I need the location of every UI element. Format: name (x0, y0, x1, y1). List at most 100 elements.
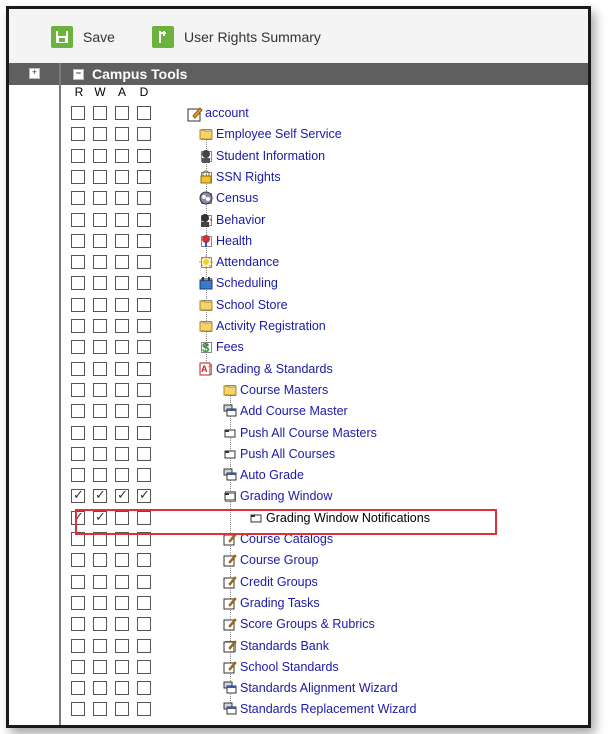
rights-checkbox-a[interactable] (115, 574, 129, 589)
rights-checkbox-a[interactable] (115, 319, 129, 333)
rights-checkbox-d[interactable] (137, 468, 151, 483)
rights-checkbox-r[interactable] (71, 127, 85, 142)
rights-checkbox-d[interactable] (137, 297, 151, 312)
rights-checkbox-r[interactable] (71, 425, 85, 440)
rights-checkbox-w[interactable] (93, 425, 107, 440)
rights-checkbox-r[interactable] (71, 574, 85, 589)
rights-checkbox-a[interactable] (115, 255, 129, 270)
rights-checkbox-d[interactable] (137, 255, 151, 270)
rights-checkbox-r[interactable] (71, 659, 85, 674)
rights-checkbox-d[interactable] (137, 638, 151, 653)
rights-checkbox-d[interactable] (137, 553, 151, 568)
rights-checkbox-w[interactable] (93, 659, 107, 674)
tree-item-label[interactable]: Push All Course Masters (240, 426, 377, 440)
tree-item-label[interactable]: Auto Grade (240, 468, 304, 482)
rights-checkbox-w[interactable] (93, 297, 107, 312)
tree-item-label[interactable]: Student Information (216, 149, 325, 163)
rights-checkbox-a[interactable] (115, 361, 129, 376)
rights-checkbox-r[interactable] (71, 702, 85, 717)
rights-checkbox-r[interactable] (71, 404, 85, 419)
rights-checkbox-w[interactable] (93, 468, 107, 483)
rights-checkbox-w[interactable] (93, 106, 107, 120)
rights-checkbox-a[interactable] (115, 382, 129, 397)
rights-checkbox-a[interactable] (115, 638, 129, 653)
rights-checkbox-r[interactable] (71, 276, 85, 291)
rights-checkbox-a[interactable] (115, 425, 129, 440)
rights-checkbox-d[interactable] (137, 487, 151, 504)
rights-checkbox-d[interactable] (137, 212, 151, 227)
rights-checkbox-d[interactable] (137, 191, 151, 206)
rights-checkbox-r[interactable] (71, 638, 85, 653)
rights-checkbox-w[interactable] (93, 638, 107, 653)
rights-checkbox-w[interactable] (93, 487, 107, 504)
rights-checkbox-r[interactable] (71, 319, 85, 333)
rights-checkbox-r[interactable] (71, 148, 85, 163)
rights-checkbox-d[interactable] (137, 148, 151, 163)
rights-checkbox-d[interactable] (137, 127, 151, 142)
rights-checkbox-w[interactable] (93, 553, 107, 568)
section-header[interactable]: − Campus Tools (61, 63, 588, 85)
tree-item-label[interactable]: Grading Window (240, 489, 332, 503)
tree-item-label[interactable]: Activity Registration (216, 319, 326, 333)
rights-checkbox-a[interactable] (115, 553, 129, 568)
rights-checkbox-r[interactable] (71, 106, 85, 120)
tree-item-label[interactable]: Census (216, 191, 258, 205)
rights-checkbox-w[interactable] (93, 276, 107, 291)
rights-checkbox-a[interactable] (115, 127, 129, 142)
rights-checkbox-a[interactable] (115, 468, 129, 483)
user-rights-summary-button[interactable]: User Rights Summary (152, 25, 321, 49)
tree-item-label[interactable]: Standards Replacement Wizard (240, 702, 416, 716)
rights-checkbox-w[interactable] (93, 191, 107, 206)
rights-checkbox-w[interactable] (93, 169, 107, 184)
rights-checkbox-d[interactable] (137, 404, 151, 419)
rights-checkbox-d[interactable] (137, 659, 151, 674)
rights-checkbox-r[interactable] (71, 446, 85, 461)
rights-checkbox-w[interactable] (93, 233, 107, 248)
rights-checkbox-d[interactable] (137, 169, 151, 184)
rights-checkbox-r[interactable] (71, 468, 85, 483)
rights-checkbox-w[interactable] (93, 382, 107, 397)
tree-item-label[interactable]: Course Group (240, 553, 319, 567)
rights-checkbox-d[interactable] (137, 340, 151, 355)
rights-checkbox-w[interactable] (93, 574, 107, 589)
tree-item-label[interactable]: School Standards (240, 660, 339, 674)
tree-item-label[interactable]: Standards Bank (240, 639, 329, 653)
tree-item-label[interactable]: Push All Courses (240, 447, 335, 461)
rights-checkbox-w[interactable] (93, 681, 107, 696)
rights-checkbox-a[interactable] (115, 446, 129, 461)
rights-checkbox-d[interactable] (137, 276, 151, 291)
rights-checkbox-r[interactable] (71, 681, 85, 696)
rights-checkbox-a[interactable] (115, 681, 129, 696)
rights-checkbox-w[interactable] (93, 319, 107, 333)
rights-checkbox-r[interactable] (71, 553, 85, 568)
rights-checkbox-w[interactable] (93, 617, 107, 632)
rights-checkbox-w[interactable] (93, 212, 107, 227)
tree-item-label[interactable]: Credit Groups (240, 575, 318, 589)
rights-checkbox-d[interactable] (137, 702, 151, 717)
expand-plus-icon[interactable]: + (29, 68, 40, 79)
tree-item-label[interactable]: Course Masters (240, 383, 328, 397)
rights-checkbox-a[interactable] (115, 702, 129, 717)
rights-checkbox-r[interactable] (71, 340, 85, 355)
tree-item-label[interactable]: Attendance (216, 255, 279, 269)
rights-checkbox-d[interactable] (137, 425, 151, 440)
rights-checkbox-a[interactable] (115, 595, 129, 610)
rights-checkbox-r[interactable] (71, 382, 85, 397)
collapse-minus-icon[interactable]: − (73, 68, 84, 80)
left-expander[interactable]: + (9, 63, 59, 85)
rights-checkbox-w[interactable] (93, 255, 107, 270)
rights-checkbox-a[interactable] (115, 233, 129, 248)
rights-checkbox-d[interactable] (137, 574, 151, 589)
tree-item-label[interactable]: Health (216, 234, 252, 248)
tree-item-label[interactable]: Grading Tasks (240, 596, 320, 610)
rights-checkbox-d[interactable] (137, 595, 151, 610)
tree-item-label[interactable]: School Store (216, 298, 288, 312)
rights-checkbox-a[interactable] (115, 404, 129, 419)
rights-checkbox-d[interactable] (137, 233, 151, 248)
tree-item-label[interactable]: Add Course Master (240, 404, 348, 418)
rights-checkbox-a[interactable] (115, 276, 129, 291)
rights-checkbox-r[interactable] (71, 191, 85, 206)
rights-checkbox-a[interactable] (115, 659, 129, 674)
save-button[interactable]: Save (51, 25, 115, 49)
rights-checkbox-r[interactable] (71, 297, 85, 312)
